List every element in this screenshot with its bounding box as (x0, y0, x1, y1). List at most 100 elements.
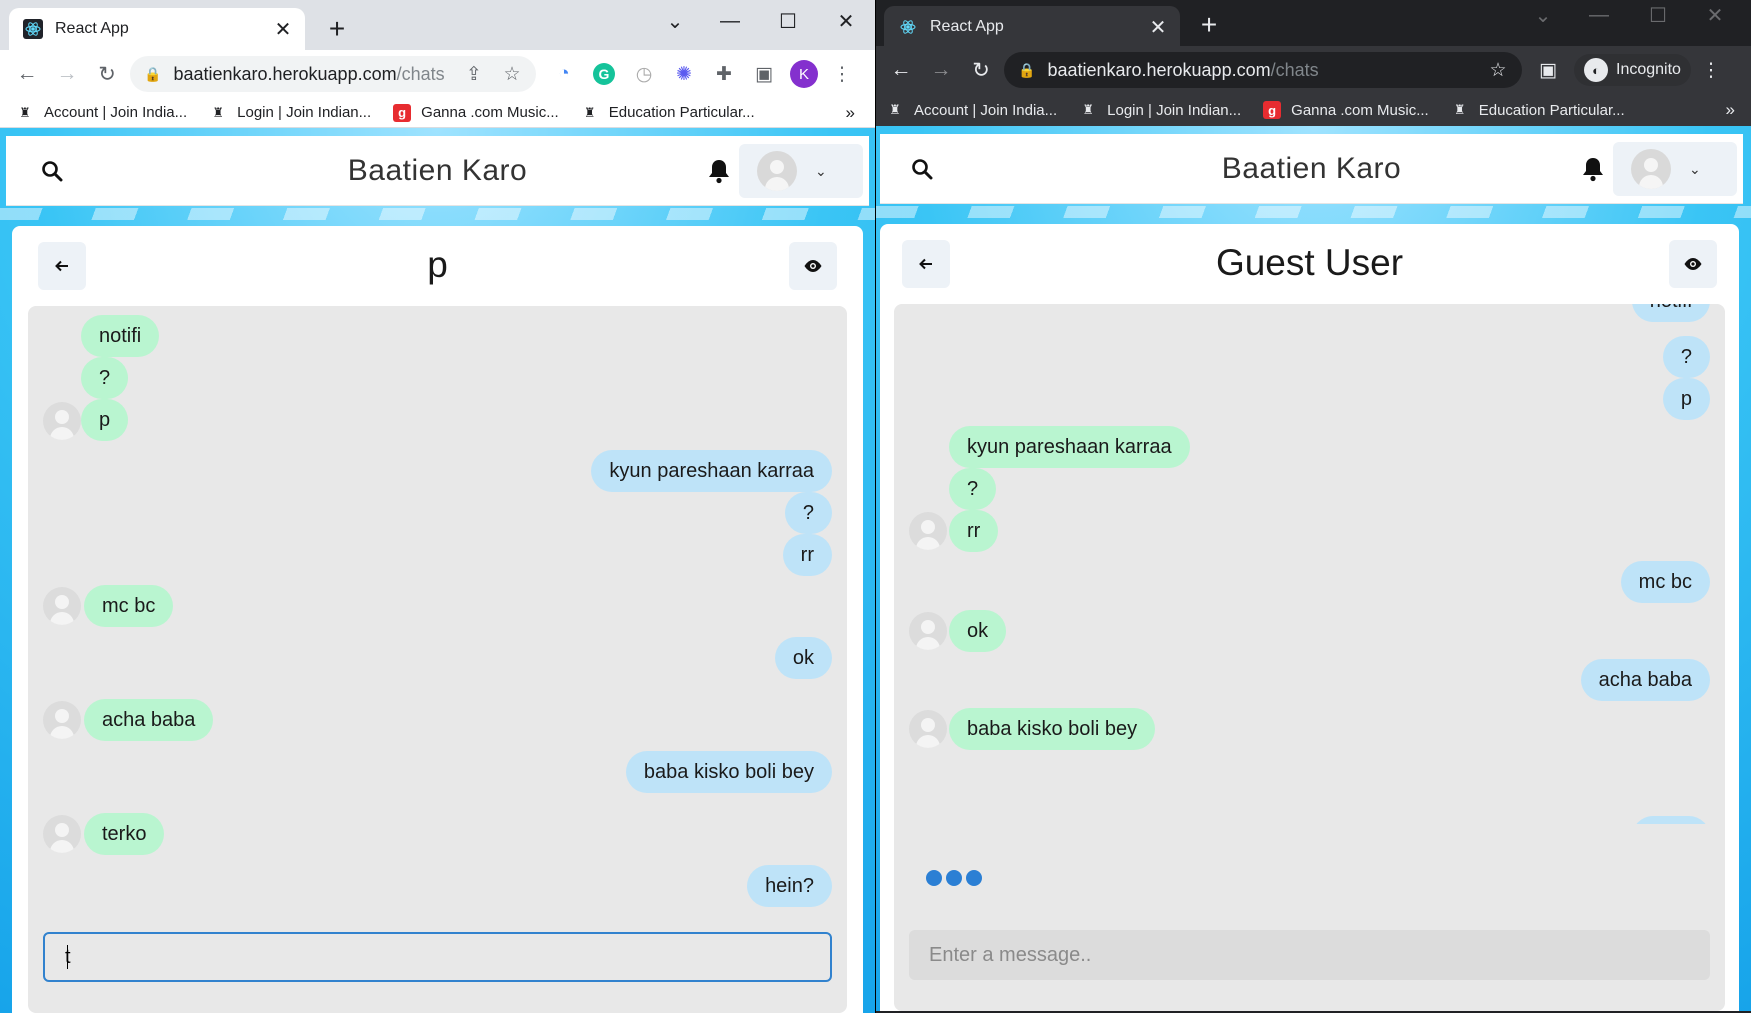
bookmark-item[interactable]: g Ganna .com Music... (1263, 101, 1429, 119)
bookmark-item[interactable]: g Ganna .com Music... (393, 103, 559, 122)
bookmarks-more-button[interactable]: » (1726, 100, 1735, 120)
minimize-icon[interactable]: — (710, 6, 750, 36)
star-icon[interactable]: ☆ (1482, 54, 1514, 86)
bookmarks-bar: ♜ Account | Join India... ♜ Login | Join I… (876, 94, 1751, 126)
kebab-menu-icon[interactable]: ⋮ (826, 58, 858, 90)
tab-strip: React App ✕ + ⌄ — ☐ ✕ (0, 0, 875, 50)
plus-icon[interactable]: + (1194, 9, 1224, 40)
bookmark-item[interactable]: ♜ Account | Join India... (886, 101, 1057, 119)
reload-icon[interactable]: ↻ (964, 53, 998, 87)
close-window-icon[interactable]: ✕ (826, 6, 866, 36)
messages-area[interactable]: notifi ? p kyun pareshaan karraa ? rr mc… (28, 306, 847, 1013)
lock-icon: 🔒 (1018, 61, 1036, 78)
browser-toolbar: ← → ↻ 🔒 baatienkaro.herokuapp.com/chats … (876, 46, 1751, 94)
message-bubble: terko (84, 813, 165, 855)
message-bubble: ok (949, 610, 1007, 652)
bookmarks-more-button[interactable]: » (846, 103, 855, 123)
address-bar[interactable]: 🔒 baatienkaro.herokuapp.com/chats ☆ (1004, 52, 1522, 88)
chat-header: Guest User (880, 224, 1739, 302)
grammarly-icon[interactable]: G (588, 58, 620, 90)
extension-edge-icon[interactable]: ◔ (548, 58, 580, 90)
extension-clock-icon[interactable]: ◷ (628, 58, 660, 90)
emblem-icon: ♜ (212, 104, 224, 120)
browser-tab[interactable]: React App ✕ (9, 8, 305, 50)
chevron-down-icon: ⌄ (815, 162, 827, 179)
back-button[interactable] (902, 240, 950, 288)
avatar (43, 815, 81, 853)
bookmark-item[interactable]: ♜ Login | Join Indian... (1079, 101, 1241, 119)
profile-avatar-icon[interactable]: K (788, 58, 820, 90)
extension-icon[interactable]: ✚ (708, 58, 740, 90)
view-profile-button[interactable] (1669, 240, 1717, 288)
side-panel-icon[interactable]: ▣ (1532, 54, 1564, 86)
message-bubble: baba kisko boli bey (949, 708, 1156, 750)
chevron-down-icon[interactable]: ⌄ (1523, 0, 1563, 30)
browser-toolbar: ← → ↻ 🔒 baatienkaro.herokuapp.com/chats … (0, 50, 875, 98)
bookmark-item[interactable]: ♜ Education Particular... (581, 104, 755, 122)
profile-menu-button[interactable]: ⌄ (739, 144, 863, 198)
plus-icon[interactable]: + (322, 13, 352, 44)
text-caret (66, 945, 68, 969)
address-bar[interactable]: 🔒 baatienkaro.herokuapp.com/chats ⇪ ☆ (130, 56, 536, 92)
bookmark-item[interactable]: ♜ Login | Join Indian... (209, 104, 371, 122)
message-input[interactable]: t (43, 932, 832, 982)
eye-icon (1684, 258, 1702, 270)
tab-title: React App (930, 18, 1004, 35)
minimize-icon[interactable]: — (1579, 0, 1619, 30)
avatar (757, 151, 797, 191)
extension-star-icon[interactable]: ✺ (668, 58, 700, 90)
typing-dot (946, 870, 962, 886)
messages-area[interactable]: notifi ? p kyun pareshaan karraa ? rr mc… (894, 304, 1725, 1011)
back-button[interactable] (38, 242, 86, 290)
kebab-menu-icon[interactable]: ⋮ (1695, 54, 1727, 86)
bookmark-label: Education Particular... (1478, 101, 1625, 119)
emblem-icon: ♜ (889, 102, 901, 117)
typing-dot (966, 870, 982, 886)
message-input-placeholder: Enter a message.. (929, 943, 1092, 966)
reload-icon[interactable]: ↻ (90, 57, 124, 91)
bookmark-item[interactable]: ♜ Education Particular... (1451, 101, 1625, 119)
right-browser-window-incognito: React App ✕ + ⌄ — ☐ ✕ ← → ↻ 🔒 baatienkar… (876, 0, 1751, 1013)
back-arrow-icon[interactable]: ← (10, 57, 44, 91)
message-input[interactable]: Enter a message.. (909, 930, 1710, 980)
side-panel-icon[interactable]: ▣ (748, 58, 780, 90)
message-bubble: p (1662, 378, 1710, 420)
back-arrow-icon (919, 258, 932, 270)
forward-arrow-icon[interactable]: → (924, 53, 958, 87)
maximize-icon[interactable]: ☐ (768, 6, 808, 36)
message-bubble: mc bc (1620, 561, 1710, 603)
message-bubble: kyun pareshaan karraa (591, 450, 832, 492)
message-bubble: rr (782, 534, 832, 576)
close-window-icon[interactable]: ✕ (1695, 0, 1735, 30)
browser-tab[interactable]: React App ✕ (884, 6, 1180, 48)
chevron-down-icon[interactable]: ⌄ (655, 6, 695, 36)
incognito-indicator[interactable]: ◐ Incognito (1574, 54, 1691, 86)
bookmark-item[interactable]: ♜ Account | Join India... (16, 104, 187, 122)
maximize-icon[interactable]: ☐ (1638, 0, 1678, 30)
bookmark-label: Ganna .com Music... (421, 104, 559, 121)
share-icon[interactable]: ⇪ (458, 58, 490, 90)
chat-box: Guest User notifi ? p kyun pareshaan kar… (880, 224, 1739, 1011)
page-content: Baatien Karo ⌄ Guest User no (876, 126, 1751, 1011)
forward-arrow-icon[interactable]: → (50, 57, 84, 91)
url-host: baatienkaro.herokuapp.com (173, 63, 397, 84)
search-icon[interactable] (902, 158, 942, 180)
view-profile-button[interactable] (789, 242, 837, 290)
bookmarks-bar: ♜ Account | Join India... ♜ Login | Join I… (0, 98, 875, 128)
avatar (909, 512, 947, 550)
close-icon[interactable]: ✕ (1146, 15, 1170, 39)
bell-icon[interactable] (704, 156, 734, 186)
back-arrow-icon[interactable]: ← (884, 53, 918, 87)
bell-icon[interactable] (1578, 154, 1608, 184)
messages-scroll[interactable]: notifi ? p kyun pareshaan karraa ? rr mc… (894, 304, 1725, 824)
search-icon[interactable] (32, 160, 72, 182)
avatar (909, 612, 947, 650)
url-path: /chats (396, 63, 445, 84)
message-bubble: hein? (747, 865, 832, 907)
lock-icon: 🔒 (144, 65, 162, 82)
profile-menu-button[interactable]: ⌄ (1613, 142, 1737, 196)
chat-user-name: p (427, 244, 448, 285)
close-icon[interactable]: ✕ (271, 17, 295, 41)
message-bubble: ? (784, 492, 832, 534)
star-icon[interactable]: ☆ (496, 58, 528, 90)
